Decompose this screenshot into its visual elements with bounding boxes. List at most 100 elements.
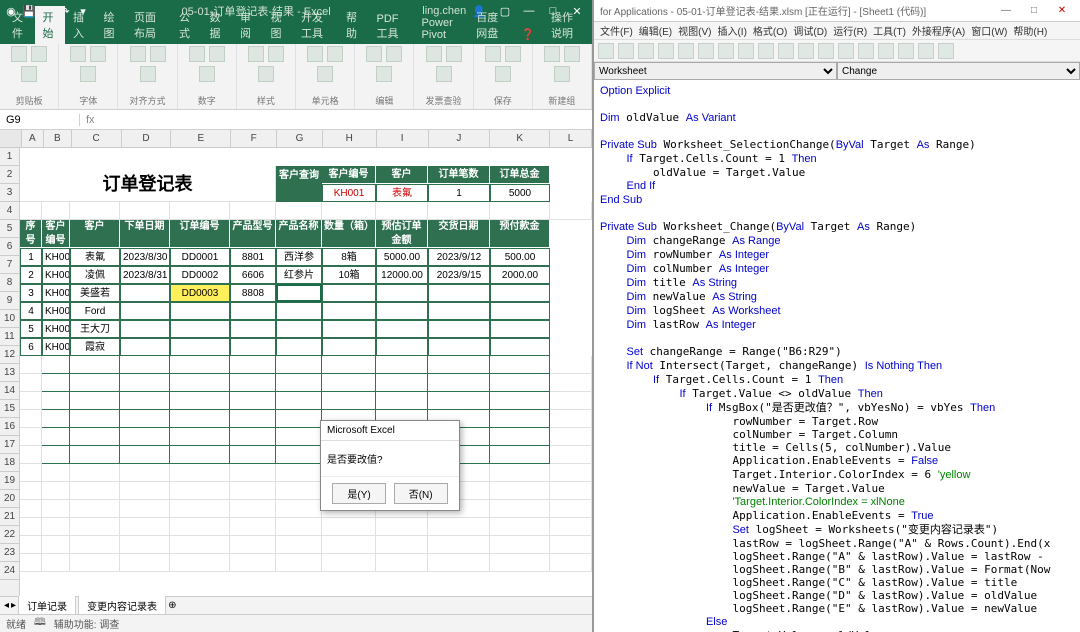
cell[interactable] [322, 554, 376, 572]
cell[interactable]: 1 [428, 184, 490, 202]
row-header[interactable]: 6 [0, 238, 19, 256]
vba-maximize-icon[interactable]: □ [1022, 5, 1046, 16]
cell[interactable] [230, 320, 276, 338]
cell[interactable] [230, 554, 276, 572]
cell[interactable]: DD0003 [170, 284, 230, 302]
cell[interactable] [170, 302, 230, 320]
cell[interactable] [120, 464, 170, 482]
cell[interactable] [376, 536, 428, 554]
vba-close-icon[interactable]: ✕ [1050, 5, 1074, 16]
cell[interactable]: DD0001 [170, 248, 230, 266]
col-header[interactable]: K [490, 130, 550, 147]
cell[interactable] [550, 464, 592, 482]
cell[interactable] [120, 338, 170, 356]
ribbon-button-icon[interactable] [199, 66, 215, 82]
cell[interactable]: 2023/9/12 [428, 248, 490, 266]
cell[interactable] [120, 284, 170, 302]
col-header[interactable]: D [122, 130, 172, 147]
cell[interactable]: 订单登记表 [20, 166, 276, 202]
cell[interactable] [70, 500, 120, 518]
cell[interactable] [70, 464, 120, 482]
cell[interactable] [230, 338, 276, 356]
cell[interactable] [70, 554, 120, 572]
cell[interactable] [42, 356, 70, 374]
cell[interactable] [376, 554, 428, 572]
dialog-no-button[interactable]: 否(N) [394, 483, 448, 504]
cell[interactable] [550, 410, 592, 428]
cell[interactable] [550, 392, 592, 410]
cell[interactable]: 产品型号 [230, 220, 276, 248]
cell[interactable] [428, 356, 490, 374]
cell[interactable]: 6606 [230, 266, 276, 284]
cell[interactable] [120, 518, 170, 536]
cell[interactable]: 霞寂 [70, 338, 120, 356]
ribbon-button-icon[interactable] [268, 46, 284, 62]
cell[interactable] [490, 536, 550, 554]
cell[interactable]: KH003 [42, 284, 70, 302]
cell[interactable] [428, 518, 490, 536]
cell[interactable] [170, 464, 230, 482]
ribbon-button-icon[interactable] [366, 46, 382, 62]
row-header[interactable]: 9 [0, 292, 19, 310]
cell[interactable] [20, 202, 42, 220]
cell[interactable] [120, 500, 170, 518]
cell[interactable] [428, 284, 490, 302]
sheet-tab[interactable]: 变更内容记录表 [78, 595, 166, 616]
row-header[interactable]: 23 [0, 544, 19, 562]
cell[interactable] [428, 392, 490, 410]
col-header[interactable]: A [22, 130, 44, 147]
vba-toolbar-icon[interactable] [938, 43, 954, 59]
cell[interactable]: Ford [70, 302, 120, 320]
vba-toolbar-icon[interactable] [738, 43, 754, 59]
vba-toolbar-icon[interactable] [878, 43, 894, 59]
ribbon-tab[interactable]: 操作说明 [543, 6, 588, 44]
cell[interactable]: 10箱 [322, 266, 376, 284]
ribbon-button-icon[interactable] [317, 66, 333, 82]
row-header[interactable]: 5 [0, 220, 19, 238]
cell[interactable]: 预估订单金额 [376, 220, 428, 248]
cell[interactable] [20, 410, 42, 428]
cell[interactable] [322, 392, 376, 410]
ribbon-tab[interactable]: 公式 [171, 6, 202, 44]
cell[interactable] [428, 302, 490, 320]
vba-menu-item[interactable]: 视图(V) [678, 23, 711, 38]
row-header[interactable]: 18 [0, 454, 19, 472]
sheet-nav-icon[interactable]: ▸ [11, 600, 16, 611]
cell[interactable] [276, 338, 322, 356]
sheet-tab[interactable]: 订单记录 [18, 595, 76, 616]
cell[interactable]: 8808 [230, 284, 276, 302]
cell[interactable] [42, 464, 70, 482]
ribbon-button-icon[interactable] [495, 66, 511, 82]
cell[interactable] [322, 518, 376, 536]
cell[interactable] [550, 536, 592, 554]
cell[interactable] [230, 500, 276, 518]
cell[interactable] [490, 374, 550, 392]
cell[interactable] [70, 356, 120, 374]
vba-menu-item[interactable]: 运行(R) [833, 23, 867, 38]
cell[interactable] [70, 482, 120, 500]
vba-menu-item[interactable]: 窗口(W) [971, 23, 1007, 38]
cell[interactable]: 500.00 [490, 248, 550, 266]
row-header[interactable]: 1 [0, 148, 19, 166]
cell[interactable]: 交货日期 [428, 220, 490, 248]
cell[interactable] [490, 320, 550, 338]
row-header[interactable]: 20 [0, 490, 19, 508]
cell[interactable] [276, 500, 322, 518]
cell[interactable] [42, 410, 70, 428]
cell[interactable] [20, 482, 42, 500]
cell[interactable] [322, 320, 376, 338]
cell[interactable]: 2000.00 [490, 266, 550, 284]
cell[interactable] [20, 374, 42, 392]
cell[interactable] [276, 356, 322, 374]
cell[interactable] [322, 202, 376, 220]
cell[interactable]: 客户 [70, 220, 120, 248]
vba-menu-item[interactable]: 编辑(E) [639, 23, 672, 38]
cell[interactable]: 8箱 [322, 248, 376, 266]
cell[interactable] [20, 536, 42, 554]
cell[interactable] [550, 554, 592, 572]
grid[interactable]: 订单登记表客户查询客户编号客户订单笔数订单总金KH001表氟15000序号客户编… [20, 148, 592, 596]
dialog-yes-button[interactable]: 是(Y) [332, 483, 385, 504]
cell[interactable] [490, 356, 550, 374]
row-header[interactable]: 22 [0, 526, 19, 544]
cell[interactable] [376, 284, 428, 302]
